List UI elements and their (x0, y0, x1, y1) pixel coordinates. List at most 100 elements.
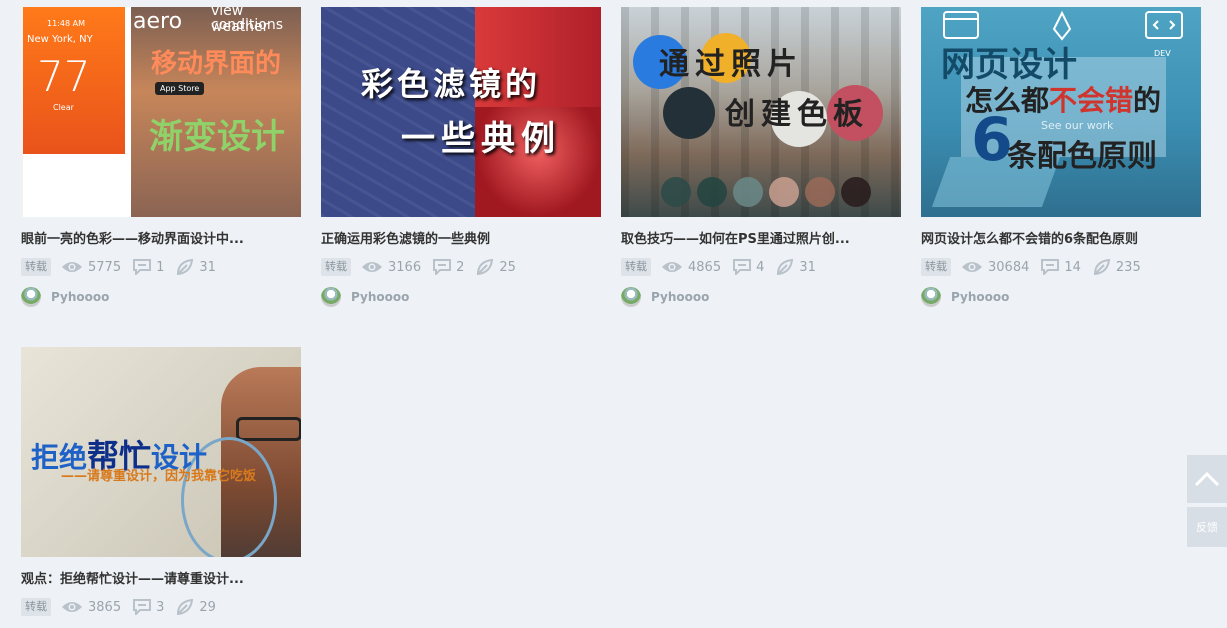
views-count: 3166 (388, 259, 422, 275)
avatar (21, 287, 41, 307)
likes-stat: 235 (1093, 259, 1141, 275)
comments-stat: 4 (733, 259, 764, 275)
author-name: Pyhoooo (51, 290, 110, 304)
feedback-button[interactable]: 反馈 (1187, 507, 1227, 547)
comments-stat: 1 (133, 259, 164, 275)
author-name: Pyhoooo (651, 290, 710, 304)
likes-count: 31 (199, 259, 216, 275)
author[interactable]: Pyhoooo (21, 287, 301, 307)
article-thumbnail[interactable]: 拒绝帮忙设计 ——请尊重设计，因为我靠它吃饭 (21, 347, 301, 557)
thumb-line2b: 不会错 (1049, 84, 1134, 117)
article-meta: 转载 3166 2 25 (321, 257, 601, 277)
phone-temp: 77 (37, 52, 91, 101)
repost-tag: 转载 (21, 598, 51, 616)
comment-icon (733, 259, 752, 275)
repost-tag: 转载 (921, 258, 951, 276)
author[interactable]: Pyhoooo (921, 287, 1201, 307)
article-meta: 转载 3865 3 29 (21, 597, 301, 617)
views-stat: 3865 (61, 600, 121, 615)
leaf-icon (177, 599, 194, 615)
browser-icon (943, 11, 979, 39)
eye-icon (662, 262, 682, 272)
avatar (321, 287, 341, 307)
leaf-icon (477, 259, 494, 275)
comment-icon (1041, 259, 1060, 275)
code-icon (1145, 11, 1183, 39)
back-to-top-button[interactable] (1187, 455, 1227, 503)
likes-count: 235 (1115, 259, 1141, 275)
comments-count: 3 (156, 599, 165, 615)
thumb-line2: ——请尊重设计，因为我靠它吃饭 (61, 469, 257, 484)
thumb-line3: 条配色原则 (1007, 139, 1157, 174)
article-title[interactable]: 网页设计怎么都不会错的6条配色原则 (921, 231, 1201, 249)
thumb-line1: 彩色滤镜的 (361, 65, 542, 103)
views-count: 30684 (988, 259, 1030, 275)
views-stat: 30684 (961, 260, 1029, 275)
article-card: 拒绝帮忙设计 ——请尊重设计，因为我靠它吃饭 观点：拒绝帮忙设计——请尊重设计.… (21, 347, 301, 617)
comment-icon (433, 259, 452, 275)
views-count: 5775 (88, 259, 122, 275)
leaf-icon (177, 259, 194, 275)
article-meta: 转载 4865 4 31 (621, 257, 901, 277)
comments-count: 1 (156, 259, 165, 275)
thumb-big2: 渐变设计 (149, 117, 285, 157)
thumb-big1: 移动界面的 (151, 49, 282, 79)
leaf-icon (1093, 259, 1111, 275)
app-store-badge: App Store (155, 82, 205, 95)
author[interactable]: Pyhoooo (621, 287, 901, 307)
thumb-line1: 通过照片 (659, 47, 803, 82)
comments-stat: 3 (133, 599, 164, 615)
avatar (621, 287, 641, 307)
repost-tag: 转载 (321, 258, 351, 276)
eye-icon (62, 262, 82, 272)
comments-count: 14 (1064, 259, 1081, 275)
thumb-line2c: 的 (1133, 84, 1162, 117)
article-thumbnail[interactable]: 通过照片 创建色板 (621, 7, 901, 217)
views-stat: 4865 (661, 260, 721, 275)
article-card: 11:48 AM New York, NY 77 Clear aero view… (21, 7, 301, 307)
article-thumbnail[interactable]: DEV 网页设计 怎么都不会错的 See our work 6 条配色原则 (921, 7, 1201, 217)
thumb-line2: conditions (211, 17, 284, 33)
views-stat: 3166 (361, 260, 421, 275)
author-name: Pyhoooo (351, 290, 410, 304)
comments-count: 2 (456, 259, 465, 275)
phone-city: New York, NY (27, 34, 93, 45)
article-thumbnail[interactable]: 11:48 AM New York, NY 77 Clear aero view… (21, 7, 301, 217)
leaf-icon (777, 259, 794, 275)
comments-stat: 14 (1041, 259, 1081, 275)
likes-count: 29 (199, 599, 216, 615)
article-meta: 转载 5775 1 31 (21, 257, 301, 277)
article-title[interactable]: 取色技巧——如何在PS里通过照片创... (621, 231, 901, 249)
chevron-up-icon (1194, 471, 1220, 487)
article-card: 彩色滤镜的 一些典例 正确运用彩色滤镜的一些典例 转载 3166 2 25 Py… (321, 7, 601, 307)
article-title[interactable]: 观点：拒绝帮忙设计——请尊重设计... (21, 571, 301, 589)
comment-icon (133, 259, 152, 275)
likes-stat: 25 (476, 259, 516, 275)
app-name: aero (133, 9, 183, 34)
dev-label: DEV (1154, 49, 1171, 58)
eye-icon (962, 262, 982, 272)
views-count: 4865 (688, 259, 722, 275)
likes-count: 25 (499, 259, 516, 275)
views-count: 3865 (88, 599, 122, 615)
comments-count: 4 (756, 259, 765, 275)
repost-tag: 转载 (21, 258, 51, 276)
likes-stat: 31 (776, 259, 816, 275)
eye-icon (362, 262, 382, 272)
article-card: 通过照片 创建色板 取色技巧——如何在PS里通过照片创... 转载 4865 4… (621, 7, 901, 307)
likes-stat: 31 (176, 259, 216, 275)
eye-icon (62, 602, 82, 612)
article-title[interactable]: 正确运用彩色滤镜的一些典例 (321, 231, 601, 249)
phone-condition: Clear (53, 103, 74, 112)
article-title[interactable]: 眼前一亮的色彩——移动界面设计中... (21, 231, 301, 249)
avatar (921, 287, 941, 307)
views-stat: 5775 (61, 260, 121, 275)
phone-time: 11:48 AM (47, 19, 85, 28)
author[interactable]: Pyhoooo (321, 287, 601, 307)
article-card: DEV 网页设计 怎么都不会错的 See our work 6 条配色原则 网页… (921, 7, 1201, 307)
likes-count: 31 (799, 259, 816, 275)
author-name: Pyhoooo (951, 290, 1010, 304)
article-thumbnail[interactable]: 彩色滤镜的 一些典例 (321, 7, 601, 217)
thumb-line2: 创建色板 (725, 97, 869, 132)
likes-stat: 29 (176, 599, 216, 615)
